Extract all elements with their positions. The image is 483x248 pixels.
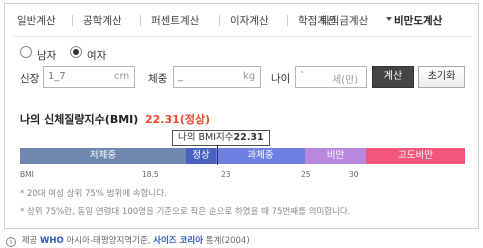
- bmi-calculator-widget: 일반계산 공학계산 퍼센트계산 이자계산 학점계산 퇴직금계산 비만도계산 남자…: [4, 3, 479, 229]
- source-middle: 아시아-태평양지역기준,: [66, 236, 151, 246]
- male-radio[interactable]: [20, 46, 32, 58]
- source-prefix: 제공: [21, 236, 38, 246]
- tab-severance-calc[interactable]: 퇴직금계산: [320, 13, 368, 28]
- scale-segment-normal: 정상: [186, 148, 216, 164]
- height-value: 1_7: [48, 71, 66, 82]
- height-label: 신장: [20, 73, 40, 85]
- scale-tick-bmi: BMI: [20, 170, 34, 179]
- note-percentile-definition: * 상위 75%란, 동일 연령대 100명을 기준으로 작은 순으로 하였을 …: [20, 207, 351, 217]
- tab-separator: [140, 15, 141, 26]
- scale-tick-18-5: 18.5: [142, 170, 159, 179]
- note-percentile: * 20대 여성 상위 75% 범위에 속합니다.: [20, 189, 167, 199]
- source-suffix: 통계(2004): [205, 236, 250, 246]
- scale-tick-30: 30: [349, 170, 359, 179]
- tab-percent-calc[interactable]: 퍼센트계산: [151, 13, 199, 28]
- size-korea-link[interactable]: 사이즈 코리아: [153, 236, 203, 246]
- weight-label: 체중: [148, 73, 168, 85]
- tab-bmi-calc[interactable]: 비만도계산: [394, 13, 442, 28]
- tab-separator: [219, 15, 220, 26]
- tab-separator: [287, 15, 288, 26]
- who-link[interactable]: WHO: [40, 236, 64, 246]
- tabs-divider: [13, 36, 472, 37]
- male-label: 남자: [37, 50, 57, 62]
- height-unit: cm: [114, 71, 130, 82]
- scale-segment-severely-obese: 고도비만: [366, 148, 465, 164]
- scale-tick-23: 23: [221, 170, 231, 179]
- calculator-tabs: 일반계산 공학계산 퍼센트계산 이자계산 학점계산 퇴직금계산 비만도계산: [5, 4, 478, 34]
- age-value: `: [300, 71, 305, 82]
- weight-unit: kg: [243, 71, 256, 82]
- scale-segment-overweight: 과체중: [216, 148, 305, 164]
- tab-separator: [72, 15, 73, 26]
- tab-engineering-calc[interactable]: 공학계산: [83, 13, 122, 28]
- scale-tick-25: 25: [301, 170, 311, 179]
- active-tab-arrow-icon: [386, 17, 392, 21]
- bmi-marker-label: 나의 BMI지수22.31: [172, 130, 270, 146]
- bmi-marker-line: [217, 145, 218, 165]
- info-icon: i: [6, 237, 16, 247]
- source-credit: i 제공 WHO 아시아-태평양지역기준, 사이즈 코리아 통계(2004): [6, 234, 250, 247]
- female-label: 여자: [87, 50, 107, 62]
- bmi-marker-prefix: 나의 BMI지수: [178, 132, 234, 143]
- result-title: 나의 신체질량지수(BMI): [20, 113, 139, 126]
- result-value: 22.31(정상): [145, 113, 211, 126]
- calculate-button[interactable]: 계산: [372, 66, 414, 88]
- tab-general-calc[interactable]: 일반계산: [17, 13, 56, 28]
- scale-segment-obese: 비만: [305, 148, 366, 164]
- bmi-marker-value: 22.31: [233, 132, 264, 143]
- scale-segment-underweight: 저체중: [20, 148, 186, 164]
- female-radio[interactable]: [70, 46, 82, 58]
- weight-value: _: [178, 71, 183, 82]
- tab-interest-calc[interactable]: 이자계산: [230, 13, 269, 28]
- reset-button[interactable]: 초기화: [418, 66, 465, 88]
- age-unit: 세(만): [332, 75, 359, 86]
- age-label: 나이: [271, 73, 291, 85]
